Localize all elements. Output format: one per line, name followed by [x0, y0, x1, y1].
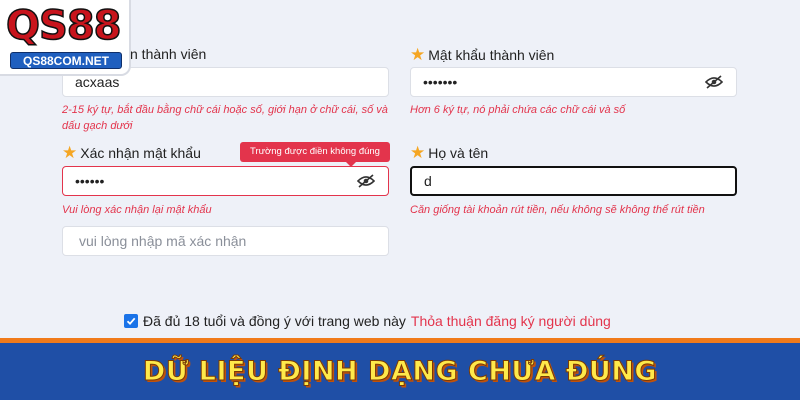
captcha-input[interactable]: vui lòng nhập mã xác nhận	[62, 226, 389, 256]
full-name-hint: Căn giống tài khoản rút tiền, nếu không …	[410, 204, 705, 216]
password-label: ★ Mật khẩu thành viên	[410, 45, 555, 64]
star-icon: ★	[410, 143, 426, 162]
username-label: n thành viên	[130, 46, 207, 62]
banner-title: DỮ LIỆU ĐỊNH DẠNG CHƯA ĐÚNG	[142, 356, 658, 388]
password-value: •••••••	[423, 74, 458, 90]
logo-main-text: QS88	[5, 3, 122, 49]
brand-logo: QS88 QS88COM.NET	[0, 0, 131, 76]
caption-banner: DỮ LIỆU ĐỊNH DẠNG CHƯA ĐÚNG	[0, 338, 800, 400]
logo-sub-text: QS88COM.NET	[10, 52, 122, 69]
password-input[interactable]: •••••••	[410, 67, 737, 97]
star-icon: ★	[410, 45, 426, 64]
agreement-text: Đã đủ 18 tuổi và đồng ý với trang web nà…	[143, 313, 406, 329]
agreement-row: Đã đủ 18 tuổi và đồng ý với trang web nà…	[124, 313, 611, 329]
checkmark-icon	[126, 317, 136, 326]
agreement-checkbox[interactable]	[124, 314, 138, 328]
username-value: acxaas	[75, 74, 120, 90]
error-tooltip: Trường được điền không đúng	[240, 142, 390, 167]
full-name-label: ★ Họ và tên	[410, 143, 489, 162]
confirm-password-label: ★ Xác nhận mật khẩu	[62, 143, 201, 162]
full-name-value: d	[424, 173, 432, 189]
username-hint: 2-15 ký tự, bắt đầu bằng chữ cái hoặc số…	[62, 104, 388, 132]
captcha-placeholder: vui lòng nhập mã xác nhận	[79, 233, 247, 249]
eye-slash-icon[interactable]	[704, 74, 724, 90]
confirm-password-input[interactable]: ••••••	[62, 166, 389, 196]
password-hint: Hơn 6 ký tự, nó phải chứa các chữ cái và…	[410, 104, 626, 116]
star-icon: ★	[62, 143, 78, 162]
terms-link[interactable]: Thỏa thuận đăng ký người dùng	[411, 313, 611, 329]
confirm-password-value: ••••••	[75, 173, 105, 189]
eye-slash-icon[interactable]	[356, 173, 376, 189]
confirm-password-hint: Vui lòng xác nhận lại mật khẩu	[62, 204, 212, 216]
full-name-input[interactable]: d	[410, 166, 737, 196]
